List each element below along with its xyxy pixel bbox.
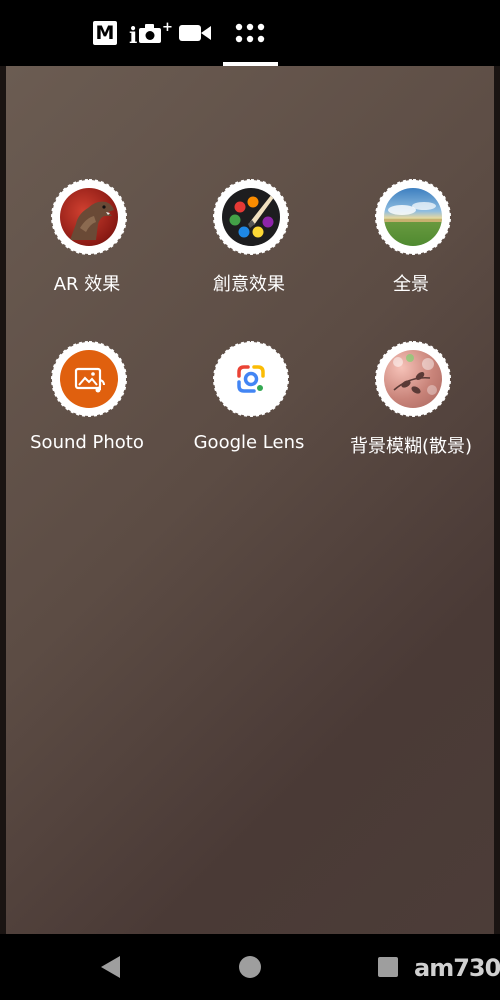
landscape-icon	[384, 188, 442, 246]
ar-effect-icon-frame	[51, 179, 127, 255]
creative-effect-item[interactable]: 創意效果	[174, 179, 324, 322]
recents-button[interactable]	[377, 956, 399, 982]
bokeh-item[interactable]: 背景模糊(散景)	[336, 341, 486, 484]
back-button[interactable]	[98, 954, 124, 984]
more-modes-button[interactable]	[234, 18, 266, 48]
watermark-logo: am730	[414, 954, 500, 982]
sound-photo-icon-frame	[51, 341, 127, 417]
ar-effect-item[interactable]: AR 效果	[12, 179, 162, 322]
intelligent-auto-photo-button[interactable]: i +	[128, 18, 174, 48]
camera-auto-icon: i +	[129, 20, 173, 48]
system-navigation-bar: am730	[0, 934, 500, 1000]
video-camera-icon	[179, 25, 211, 41]
svg-text:+: +	[162, 20, 173, 35]
back-triangle-icon	[101, 956, 120, 978]
video-mode-button[interactable]	[178, 18, 212, 48]
mode-grid-panel: AR 效果 創意效果 全景 Sound Photo Google Lens 背景…	[6, 66, 494, 934]
google-lens-item[interactable]: Google Lens	[174, 341, 324, 484]
panorama-icon-frame	[375, 179, 451, 255]
bokeh-icon-frame	[375, 341, 451, 417]
svg-text:i: i	[129, 23, 137, 48]
recents-square-icon	[378, 957, 398, 977]
home-circle-icon	[239, 956, 261, 978]
right-edge	[494, 66, 500, 934]
camera-mode-bar: M i +	[0, 0, 500, 66]
panorama-item[interactable]: 全景	[336, 179, 486, 322]
google-lens-icon-frame	[213, 341, 289, 417]
creative-effect-icon-frame	[213, 179, 289, 255]
home-button[interactable]	[237, 954, 263, 984]
sound-photo-icon	[60, 350, 118, 408]
bokeh-leaves-icon	[384, 350, 442, 408]
palette-icon	[222, 188, 280, 246]
bokeh-label: 背景模糊(散景)	[349, 436, 473, 457]
google-lens-icon	[222, 350, 280, 408]
manual-mode-button[interactable]: M	[93, 21, 117, 45]
dinosaur-icon	[60, 188, 118, 246]
sound-photo-item[interactable]: Sound Photo	[12, 341, 162, 484]
panorama-label: 全景	[393, 274, 429, 295]
grid-dots-icon	[235, 23, 265, 43]
